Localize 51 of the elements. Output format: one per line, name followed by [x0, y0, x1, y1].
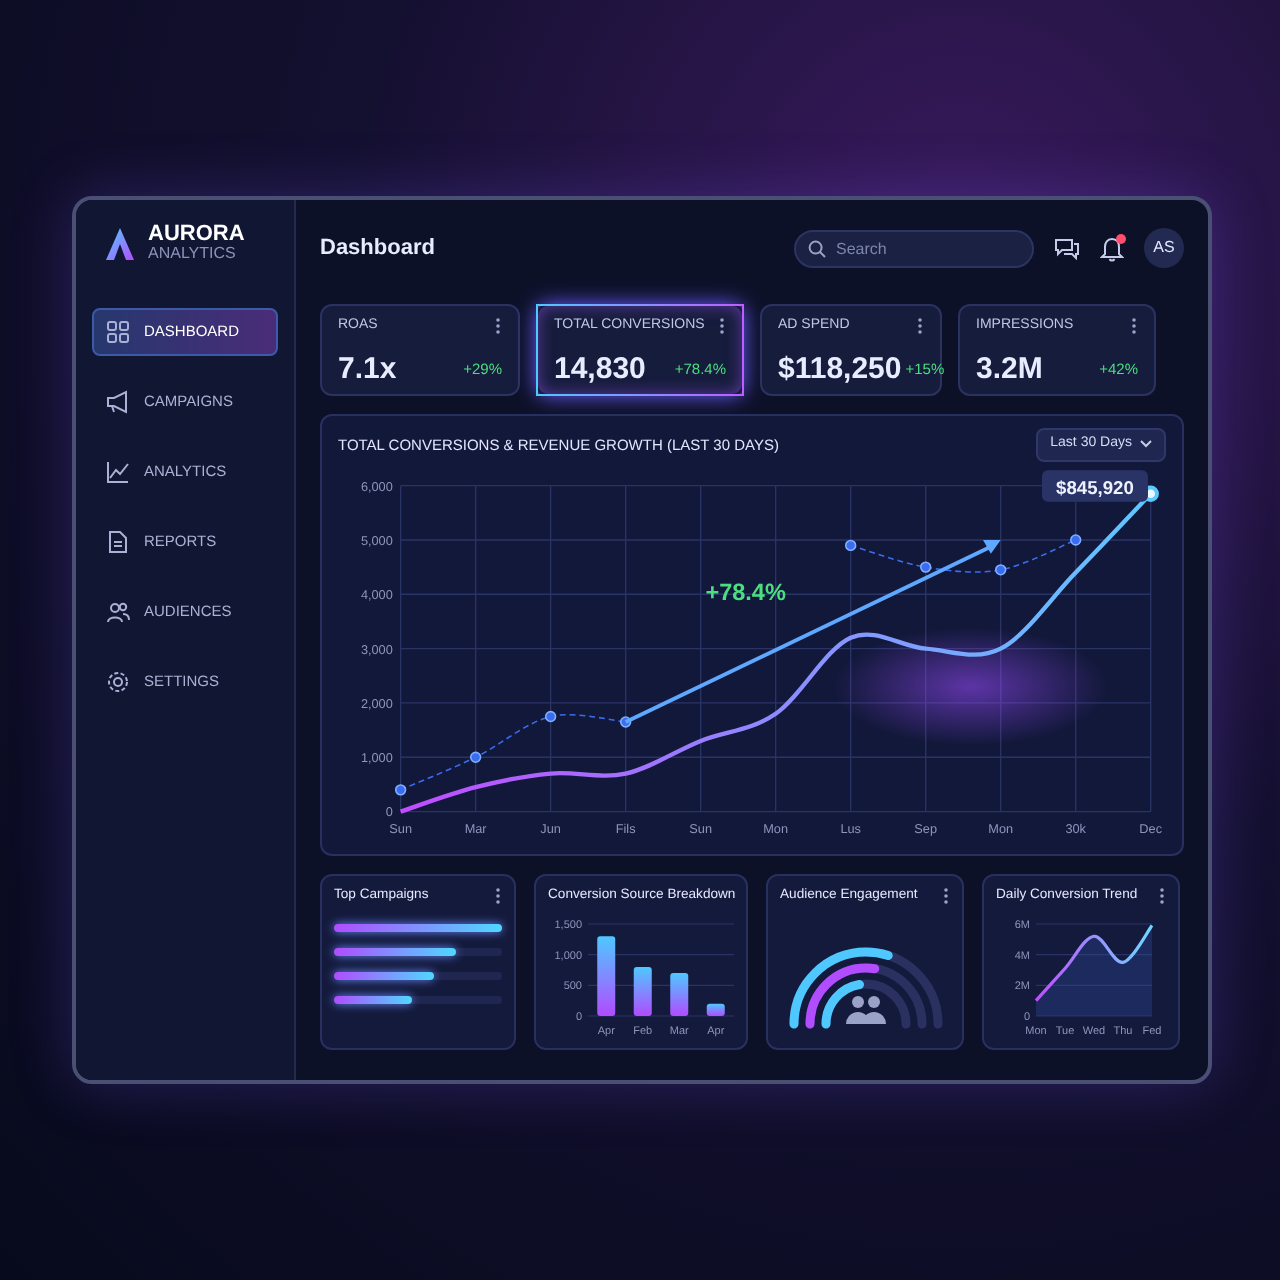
settings-icon — [106, 669, 130, 694]
kpi-value: 14,830 — [554, 354, 646, 384]
point — [919, 560, 932, 572]
bell-icon — [1100, 235, 1124, 261]
chevron-down-icon — [1140, 440, 1152, 449]
point — [544, 709, 557, 722]
line-chart-icon — [106, 459, 130, 484]
bar — [670, 973, 689, 1017]
more-button[interactable] — [916, 316, 924, 337]
annotation: $845,920 — [1056, 476, 1134, 497]
trend-line — [1034, 925, 1154, 1017]
users-icon — [106, 599, 130, 624]
value-callout: $845,920 — [1041, 469, 1148, 501]
chat-button[interactable] — [1054, 236, 1080, 260]
more-icon — [718, 316, 726, 337]
more-button[interactable] — [1158, 886, 1166, 907]
bar — [706, 1004, 725, 1017]
point — [394, 783, 407, 795]
more-icon — [1130, 316, 1138, 337]
megaphone-icon — [106, 389, 130, 414]
kpi-value: 7.1x — [338, 354, 397, 384]
page-title: Dashboard — [320, 233, 437, 264]
bar — [597, 936, 616, 1017]
brand-name: AURORA — [148, 224, 245, 246]
kpi-value: $118,250 — [778, 354, 902, 384]
more-button[interactable] — [494, 886, 502, 907]
point — [1070, 533, 1082, 545]
more-button[interactable] — [942, 886, 950, 907]
search-field[interactable]: Search — [794, 229, 1034, 267]
point — [994, 563, 1007, 575]
document-icon — [106, 529, 130, 554]
more-icon — [916, 316, 924, 337]
more-icon — [494, 316, 502, 337]
more-button[interactable] — [494, 316, 502, 337]
logo-icon — [104, 225, 136, 262]
growth-label: +78.4% — [705, 578, 786, 605]
bar — [633, 967, 652, 1017]
notification-button[interactable] — [1100, 235, 1124, 261]
point — [844, 538, 857, 551]
more-button[interactable] — [1130, 316, 1138, 337]
more-icon — [942, 886, 950, 907]
users-icon — [845, 996, 885, 1025]
chat-icon — [1054, 236, 1080, 260]
more-button[interactable] — [718, 316, 726, 337]
more-icon — [494, 886, 502, 907]
point — [469, 750, 482, 762]
brand-tagline: ANALYTICS — [148, 246, 238, 264]
grid-icon — [106, 319, 130, 344]
kpi-value: 3.2M — [976, 354, 1043, 384]
avatar[interactable]: AS — [1144, 228, 1184, 268]
more-icon — [1158, 886, 1166, 907]
